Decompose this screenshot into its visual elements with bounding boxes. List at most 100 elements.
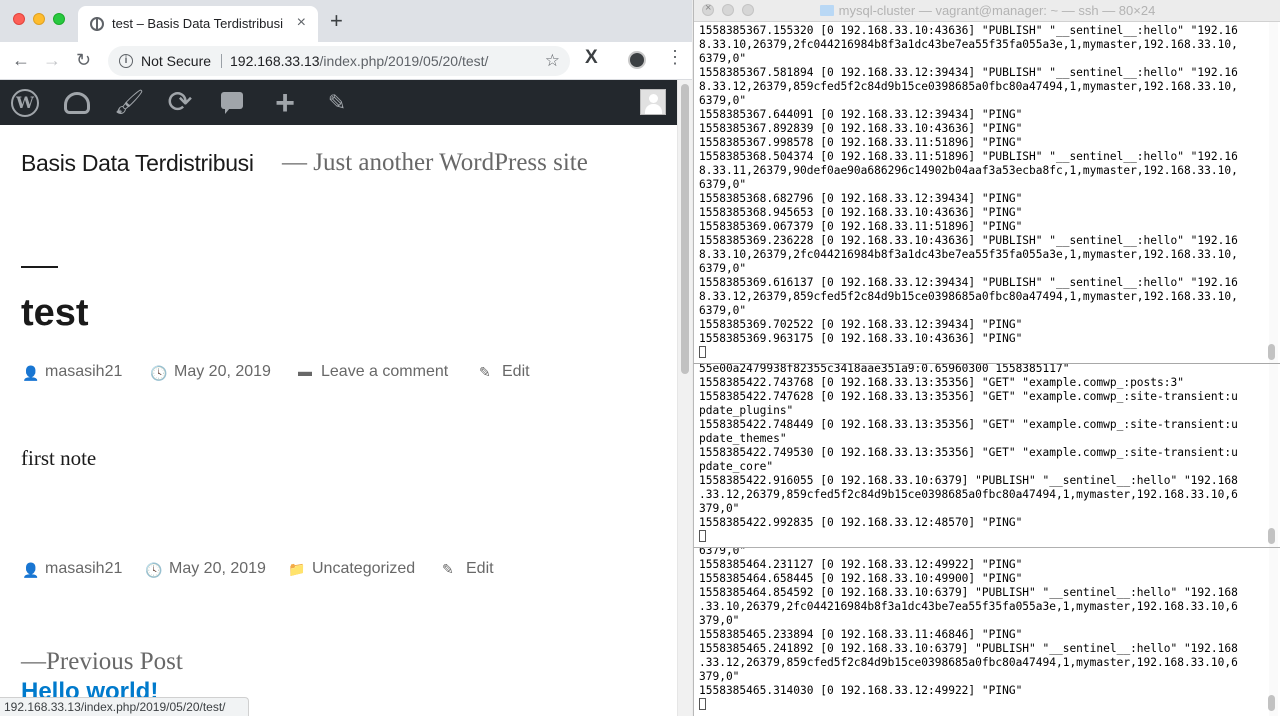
terminal-line: 6379,0" <box>699 304 747 317</box>
fullscreen-window-button[interactable] <box>53 13 65 25</box>
post-date-link[interactable]: May 20, 2019 <box>169 560 266 578</box>
page-scrollbar[interactable] <box>677 80 692 716</box>
terminal-line: 8.33.10,26379,2fc044216984b8f3a1dc43be7e… <box>699 248 1238 261</box>
omnibox-separator <box>221 54 222 68</box>
site-description: — Just another WordPress site <box>282 149 588 176</box>
terminal-line: .33.12,26379,859cfed5f2c84d9b15ce0398685… <box>699 488 1238 501</box>
minimize-window-button[interactable] <box>33 13 45 25</box>
terminal-line: 1558385368.945653 [0 192.168.33.10:43636… <box>699 206 1023 219</box>
terminal-line: 55e00a2479938f82355c3418aae351a9:0.65960… <box>699 362 1070 375</box>
terminal-line: 1558385367.644091 [0 192.168.33.12:39434… <box>699 108 1023 121</box>
page-scrollbar-thumb[interactable] <box>681 84 689 374</box>
terminal-line: pdate_plugins" <box>699 404 794 417</box>
url-path: /index.php/2019/05/20/test/ <box>319 53 489 69</box>
back-button[interactable]: ← <box>12 49 30 71</box>
address-bar[interactable]: i Not Secure 192.168.33.13/index.php/201… <box>108 46 570 76</box>
terminal-cursor[interactable] <box>699 530 1238 544</box>
leave-comment-link[interactable]: Leave a comment <box>321 363 448 381</box>
comment-bubble-shape <box>221 92 243 109</box>
dashboard-gauge-icon[interactable] <box>62 88 92 118</box>
terminal-line: 1558385369.963175 [0 192.168.33.10:43636… <box>699 332 1023 345</box>
terminal-title-text: mysql-cluster — vagrant@manager: ~ — ssh… <box>838 3 1156 18</box>
terminal-line: 1558385422.916055 [0 192.168.33.10:6379]… <box>699 474 1238 487</box>
terminal-title: mysql-cluster — vagrant@manager: ~ — ssh… <box>694 3 1280 18</box>
terminal-line: 1558385368.504374 [0 192.168.33.11:51896… <box>699 150 1238 163</box>
post-divider <box>21 266 58 268</box>
terminal-line: 1558385369.702522 [0 192.168.33.12:39434… <box>699 318 1023 331</box>
terminal-cursor[interactable] <box>699 346 1238 360</box>
terminal-scrollbar-1[interactable] <box>1268 22 1278 363</box>
profile-avatar-icon[interactable] <box>628 51 646 69</box>
terminal-line: .33.12,26379,859cfed5f2c84d9b15ce0398685… <box>699 656 1238 669</box>
pencil-icon: ✎ <box>479 364 491 380</box>
category-link[interactable]: Uncategorized <box>312 560 415 578</box>
edit-post-link[interactable]: Edit <box>466 560 494 578</box>
terminal-scroll-thumb-1[interactable] <box>1268 344 1275 360</box>
terminal-line: 8.33.11,26379,90def0ae90a686296c14902b04… <box>699 164 1238 177</box>
terminal-output-1: 1558385367.155320 [0 192.168.33.10:43636… <box>699 24 1238 360</box>
terminal-cursor[interactable] <box>699 698 1238 712</box>
customize-brush-icon[interactable]: 🖌 <box>114 88 144 118</box>
new-tab-button[interactable]: + <box>330 10 343 32</box>
terminal-line: pdate_themes" <box>699 432 787 445</box>
terminal-line: 1558385367.155320 [0 192.168.33.10:43636… <box>699 24 1238 37</box>
terminal-line: 6379,0" <box>699 52 747 65</box>
terminal-line: 6379,0" <box>699 94 747 107</box>
terminal-window-2[interactable]: 55e00a2479938f82355c3418aae351a9:0.65960… <box>693 362 1280 548</box>
pencil-icon: ✎ <box>442 561 454 577</box>
terminal-scroll-thumb-3[interactable] <box>1268 695 1275 711</box>
clock-icon: 🕓 <box>145 562 163 578</box>
terminal-line: 1558385464.854592 [0 192.168.33.10:6379]… <box>699 586 1238 599</box>
terminal-window-1[interactable]: mysql-cluster — vagrant@manager: ~ — ssh… <box>693 0 1280 364</box>
post-author-link[interactable]: masasih21 <box>45 560 122 578</box>
bookmark-star-icon[interactable]: ☆ <box>545 51 560 71</box>
post-date-link[interactable]: May 20, 2019 <box>174 363 271 381</box>
post-author-link[interactable]: masasih21 <box>45 363 122 381</box>
terminal-output-2: 55e00a2479938f82355c3418aae351a9:0.65960… <box>699 362 1238 544</box>
security-status[interactable]: Not Secure <box>141 53 211 69</box>
gauge-shape <box>64 92 90 114</box>
terminal-line: 1558385367.998578 [0 192.168.33.11:51896… <box>699 136 1023 149</box>
site-info-icon[interactable]: i <box>119 54 133 68</box>
terminal-scroll-thumb-2[interactable] <box>1268 528 1275 544</box>
terminal-scrollbar-2[interactable] <box>1268 362 1278 547</box>
comments-icon[interactable] <box>217 88 247 118</box>
terminal-line: 1558385422.748449 [0 192.168.33.13:35356… <box>699 418 1238 431</box>
close-window-button[interactable] <box>13 13 25 25</box>
terminal-titlebar[interactable]: mysql-cluster — vagrant@manager: ~ — ssh… <box>694 0 1280 22</box>
site-title-link[interactable]: Basis Data Terdistribusi <box>21 150 254 177</box>
reload-button[interactable]: ↻ <box>76 49 91 71</box>
edit-post-link[interactable]: Edit <box>502 363 530 381</box>
extension-x-button[interactable]: X <box>585 47 598 69</box>
terminal-line: .33.10,26379,2fc044216984b8f3a1dc43be7ea… <box>699 600 1238 613</box>
terminal-line: 1558385422.749530 [0 192.168.33.13:35356… <box>699 446 1238 459</box>
wordpress-favicon-icon <box>90 17 104 31</box>
url-text[interactable]: 192.168.33.13/index.php/2019/05/20/test/ <box>230 53 488 69</box>
new-content-plus-icon[interactable]: + <box>270 86 300 120</box>
terminal-line: pdate_core" <box>699 460 774 473</box>
terminal-scrollbar-3[interactable] <box>1268 547 1278 716</box>
browser-menu-icon[interactable]: ⋮ <box>666 48 684 66</box>
wordpress-logo-icon[interactable]: W <box>10 88 40 118</box>
terminal-line: 1558385464.658445 [0 192.168.33.10:49900… <box>699 572 1023 585</box>
terminal-window-3[interactable]: 6379,0" 1558385464.231127 [0 192.168.33.1… <box>693 547 1280 716</box>
terminal-line: 8.33.12,26379,859cfed5f2c84d9b15ce039868… <box>699 80 1238 93</box>
terminal-output-3: 6379,0" 1558385464.231127 [0 192.168.33.1… <box>699 547 1238 712</box>
user-avatar-icon[interactable] <box>640 89 666 115</box>
terminal-line: 1558385367.581894 [0 192.168.33.12:39434… <box>699 66 1238 79</box>
avatar-body <box>645 104 662 114</box>
terminal-line: 1558385422.747628 [0 192.168.33.13:35356… <box>699 390 1238 403</box>
browser-tab-active[interactable]: test – Basis Data Terdistribusi × <box>78 6 318 42</box>
post-content: first note <box>21 446 97 470</box>
avatar-head <box>649 94 658 103</box>
comment-icon: ▬ <box>298 363 312 379</box>
terminal-line: 6379,0" <box>699 262 747 275</box>
edit-post-pencil-icon[interactable]: ✎ <box>322 88 352 118</box>
forward-button[interactable]: → <box>43 49 61 71</box>
tab-strip: test – Basis Data Terdistribusi × + <box>0 0 692 42</box>
terminal-line: 1558385368.682796 [0 192.168.33.12:39434… <box>699 192 1023 205</box>
updates-icon[interactable]: ⟳ <box>165 88 195 118</box>
tab-close-icon[interactable]: × <box>297 14 306 32</box>
wordpress-logo-letter: W <box>16 93 34 112</box>
terminal-line: 1558385465.314030 [0 192.168.33.12:49922… <box>699 684 1023 697</box>
